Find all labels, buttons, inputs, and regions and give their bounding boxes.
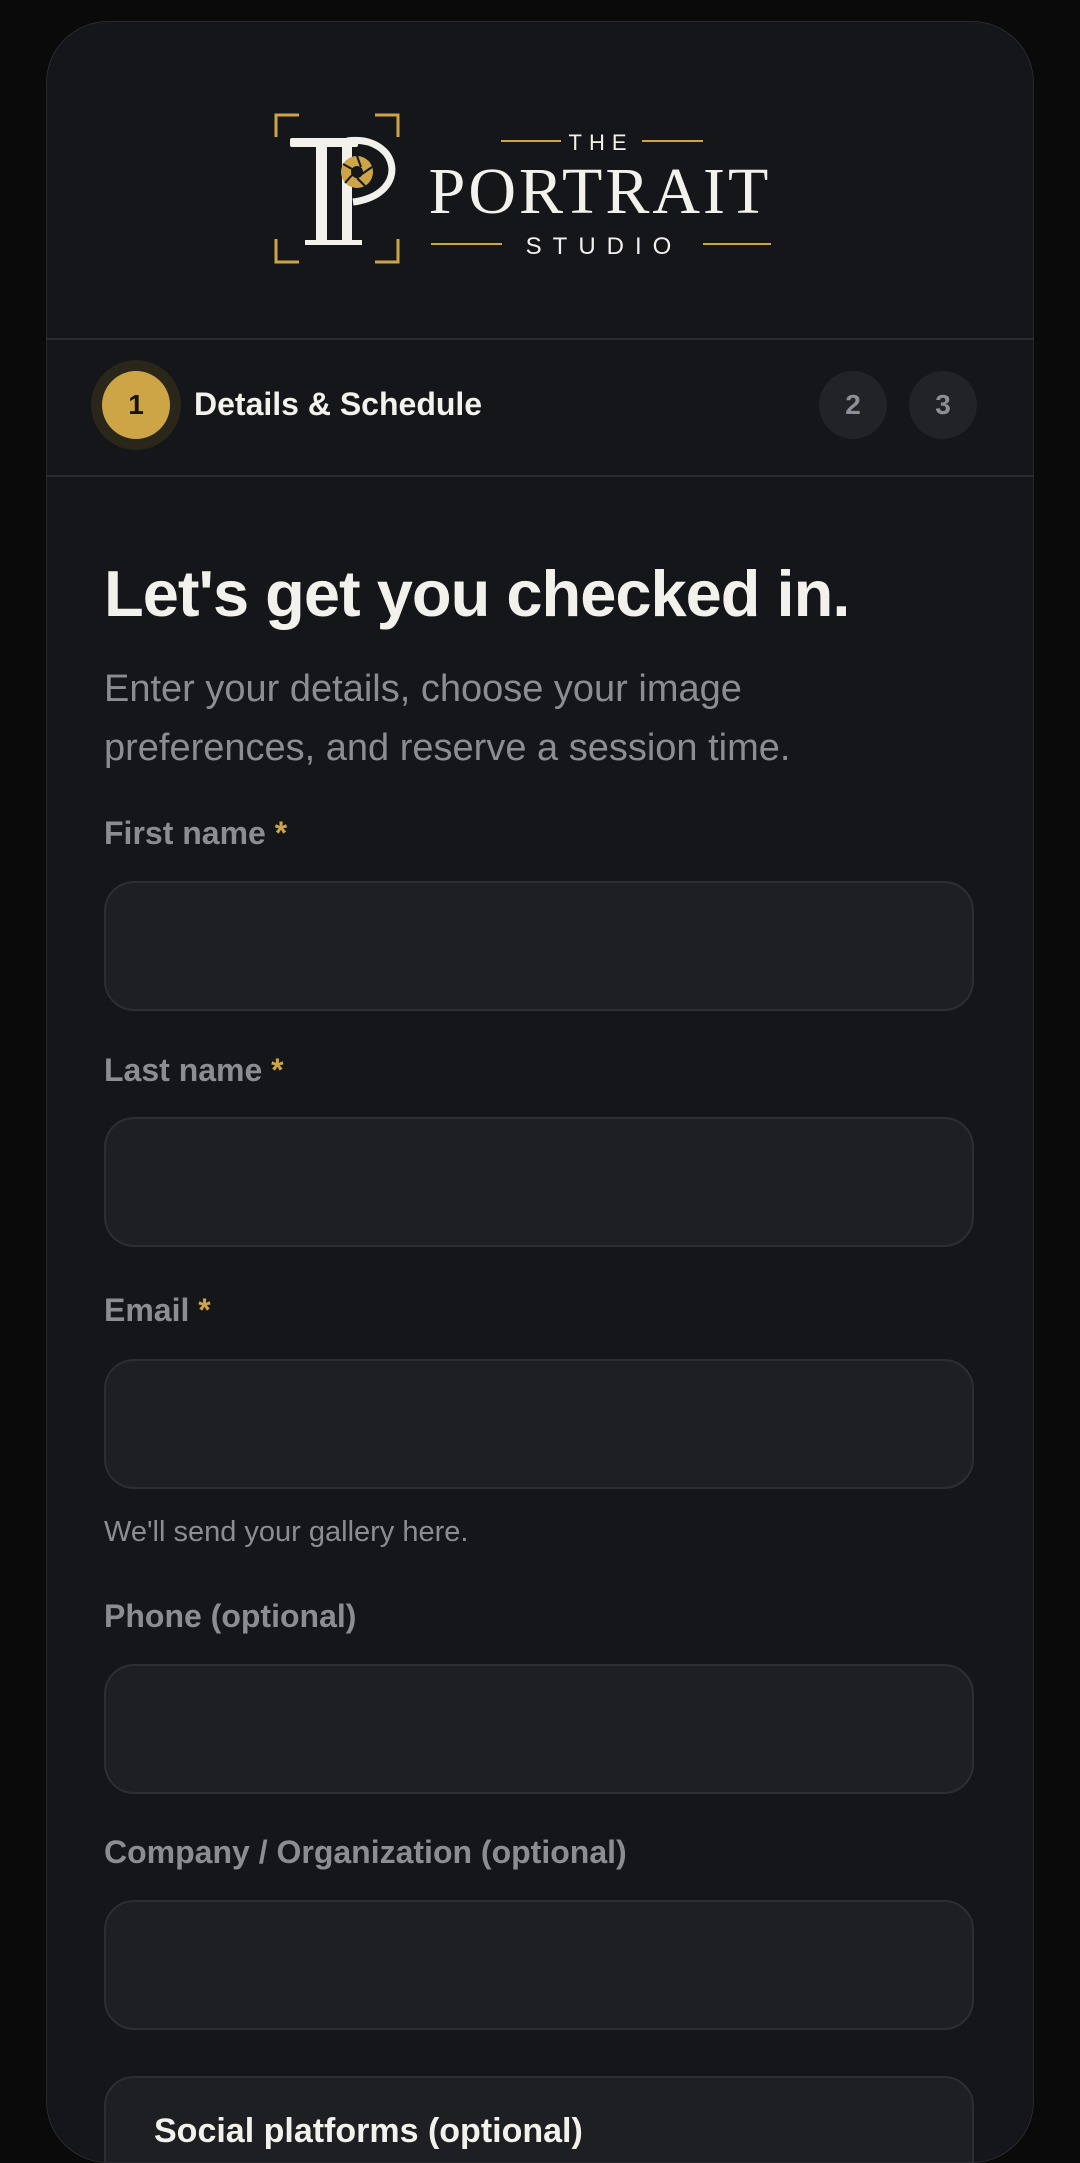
phone-input[interactable] xyxy=(104,1664,974,1794)
required-marker: * xyxy=(271,1052,284,1088)
first-name-input[interactable] xyxy=(104,881,974,1011)
company-label: Company / Organization (optional) xyxy=(104,1834,627,1870)
last-name-label: Last name * xyxy=(104,1052,284,1089)
first-name-label-text: First name xyxy=(104,815,266,851)
stepper-divider xyxy=(47,475,1033,477)
step-1-label: Details & Schedule xyxy=(194,386,483,422)
step-1-indicator: 1 xyxy=(102,371,170,439)
step-3-indicator[interactable]: 3 xyxy=(909,371,977,439)
company-input[interactable] xyxy=(104,1900,974,2030)
last-name-label-text: Last name xyxy=(104,1052,263,1088)
email-label-text: Email xyxy=(104,1292,190,1328)
step-2-indicator[interactable]: 2 xyxy=(819,371,887,439)
email-input[interactable] xyxy=(104,1359,974,1489)
logo-word-studio: STUDIO xyxy=(526,233,683,260)
checkin-card: THE PORTRAIT STUDIO 1 Details & Schedule… xyxy=(46,21,1034,2163)
logo-word-portrait: PORTRAIT xyxy=(429,155,772,228)
social-platforms-section[interactable]: Social platforms (optional) xyxy=(104,2076,974,2162)
studio-logo: THE PORTRAIT STUDIO xyxy=(47,22,1033,338)
social-platforms-label: Social platforms (optional) xyxy=(154,2112,583,2150)
required-marker: * xyxy=(198,1292,211,1328)
page-title: Let's get you checked in. xyxy=(104,557,850,630)
required-marker: * xyxy=(274,815,288,851)
email-helper-text: We'll send your gallery here. xyxy=(104,1516,469,1548)
first-name-label: First name * xyxy=(104,815,287,852)
last-name-input[interactable] xyxy=(104,1117,974,1247)
logo-word-the: THE xyxy=(569,130,634,155)
progress-stepper: 1 Details & Schedule 2 3 xyxy=(47,340,1033,476)
page-subtitle: Enter your details, choose your image pr… xyxy=(104,668,791,769)
email-label: Email * xyxy=(104,1292,211,1329)
phone-label: Phone (optional) xyxy=(104,1598,357,1634)
